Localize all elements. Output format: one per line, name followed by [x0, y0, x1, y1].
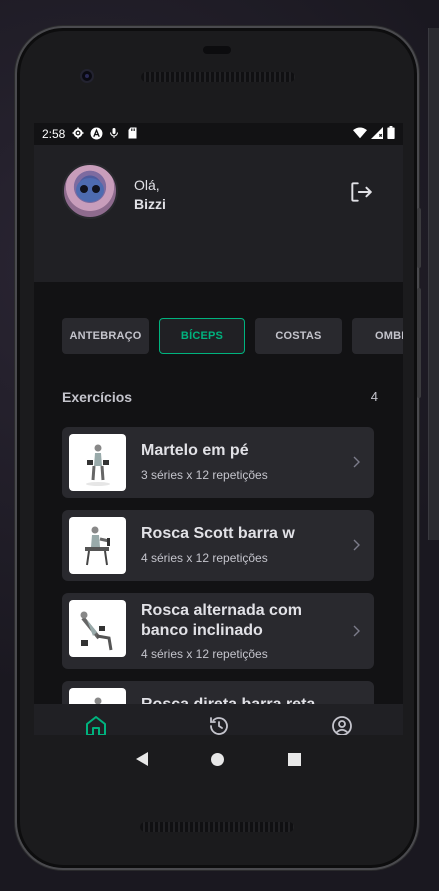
exercises-header: Exercícios 4	[62, 389, 378, 405]
bottom-tab-bar	[34, 704, 403, 735]
group-chip-label: COSTAS	[275, 330, 322, 342]
chevron-right-icon	[353, 456, 360, 468]
nav-home-button[interactable]	[211, 752, 225, 766]
autofill-icon	[89, 127, 103, 141]
section-title: Exercícios	[62, 389, 133, 405]
exercise-name: banco inclinado	[141, 622, 263, 639]
signal-icon	[371, 126, 383, 142]
exercise-count: 4	[370, 389, 378, 404]
proximity-sensor	[203, 46, 231, 54]
earpiece-speaker	[141, 72, 295, 82]
settings-icon	[71, 127, 85, 141]
group-chip-costas[interactable]: COSTAS	[255, 318, 342, 354]
side-panel	[428, 28, 439, 540]
power-button	[417, 208, 421, 268]
front-camera	[80, 69, 94, 83]
mic-icon	[107, 127, 121, 141]
tab-profile[interactable]	[330, 714, 354, 735]
tab-home[interactable]	[84, 714, 108, 735]
greeting-text: Olá,	[134, 177, 160, 193]
group-chip-label: BÍCEPS	[180, 330, 224, 342]
tab-history[interactable]	[207, 714, 231, 735]
user-name: Bizzi	[134, 196, 166, 212]
history-icon	[209, 717, 228, 735]
exercise-card[interactable]: Martelo em pé 3 séries x 12 repetições	[62, 427, 374, 498]
app-screen: 2:58 Olá, Bizzi ANTEBRAÇO BÍCEPS COSTAS …	[34, 123, 403, 735]
avatar-eye	[80, 185, 88, 193]
exercise-name: Martelo em pé	[141, 442, 249, 459]
exercise-thumbnail	[69, 517, 126, 574]
exercise-name: Rosca Scott barra w	[141, 525, 295, 542]
chevron-right-icon	[353, 539, 360, 551]
group-chip-antebraco[interactable]: ANTEBRAÇO	[62, 318, 149, 354]
exercise-thumbnail	[69, 600, 126, 657]
chevron-right-icon	[353, 625, 360, 637]
exercise-thumbnail	[69, 434, 126, 491]
exercise-detail: 4 séries x 12 repetições	[141, 647, 268, 661]
battery-icon	[387, 126, 395, 142]
home-header: Olá, Bizzi	[34, 145, 403, 282]
phone-frame: 2:58 Olá, Bizzi ANTEBRAÇO BÍCEPS COSTAS …	[15, 26, 421, 870]
nav-recents-button[interactable]	[288, 752, 302, 766]
group-chip-biceps[interactable]: BÍCEPS	[159, 318, 245, 354]
profile-icon	[331, 716, 352, 735]
logout-button[interactable]	[348, 179, 374, 205]
status-bar: 2:58	[34, 123, 403, 145]
logout-icon	[351, 182, 372, 202]
exercise-name: Rosca alternada com	[141, 602, 302, 619]
group-chip-ombro[interactable]: OMBRO	[352, 318, 403, 354]
exercise-card[interactable]: Rosca Scott barra w 4 séries x 12 repeti…	[62, 510, 374, 581]
muscle-group-list: ANTEBRAÇO BÍCEPS COSTAS OMBRO	[62, 318, 403, 354]
sd-card-icon	[125, 127, 139, 141]
avatar[interactable]	[62, 163, 118, 219]
bottom-speaker	[140, 822, 294, 832]
wifi-icon	[353, 126, 367, 142]
home-icon	[85, 716, 106, 735]
volume-button	[417, 288, 421, 398]
nav-back-button[interactable]	[135, 752, 148, 766]
android-nav-bar	[34, 735, 403, 783]
exercise-card[interactable]: Rosca alternada com banco inclinado 4 sé…	[62, 593, 374, 669]
group-chip-label: OMBRO	[375, 330, 403, 342]
avatar-eye	[92, 185, 100, 193]
group-chip-label: ANTEBRAÇO	[69, 330, 142, 342]
status-time: 2:58	[42, 127, 66, 141]
exercise-detail: 3 séries x 12 repetições	[141, 468, 268, 482]
avatar-image	[76, 178, 104, 202]
exercise-detail: 4 séries x 12 repetições	[141, 551, 268, 565]
